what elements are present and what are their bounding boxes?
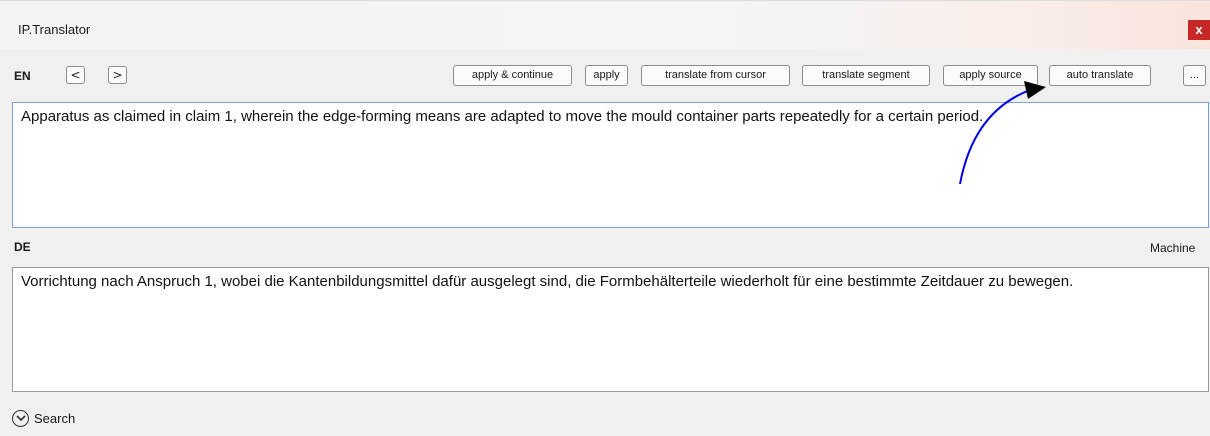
apply-button[interactable]: apply — [585, 65, 628, 86]
translator-window: IP.Translator x EN < > apply & continue … — [0, 0, 1210, 435]
source-language-label: EN — [14, 69, 31, 83]
translate-segment-button[interactable]: translate segment — [802, 65, 930, 86]
window-title: IP.Translator — [18, 22, 91, 37]
next-segment-button[interactable]: > — [108, 66, 127, 84]
auto-translate-button[interactable]: auto translate — [1049, 65, 1151, 86]
more-options-button[interactable]: ... — [1183, 65, 1206, 86]
target-language-label: DE — [14, 240, 31, 254]
apply-source-button[interactable]: apply source — [943, 65, 1038, 86]
search-toggle[interactable]: Search — [12, 407, 75, 429]
source-text-area[interactable]: Apparatus as claimed in claim 1, wherein… — [12, 102, 1209, 228]
previous-segment-button[interactable]: < — [66, 66, 85, 84]
target-text-area[interactable]: Vorrichtung nach Anspruch 1, wobei die K… — [12, 267, 1209, 392]
title-bar: IP.Translator x — [0, 1, 1210, 49]
close-button[interactable]: x — [1188, 20, 1210, 40]
chevron-down-circle-icon — [12, 409, 29, 427]
search-label: Search — [34, 410, 76, 426]
translate-from-cursor-button[interactable]: translate from cursor — [641, 65, 790, 86]
translation-origin-label: Machine — [1150, 241, 1196, 255]
apply-and-continue-button[interactable]: apply & continue — [453, 65, 572, 86]
